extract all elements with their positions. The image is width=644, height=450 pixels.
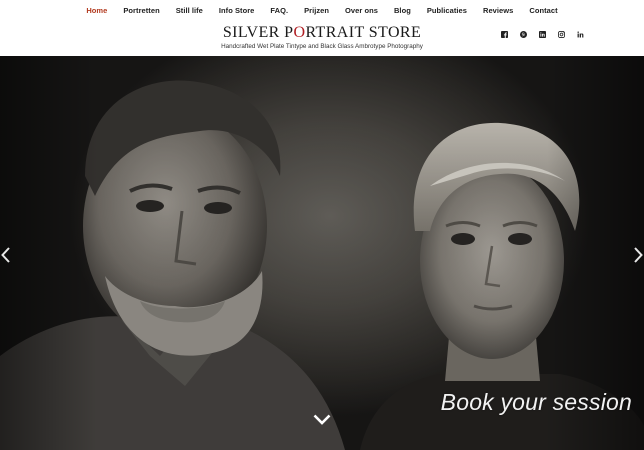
logo-title: SILVER PORTRAIT STORE xyxy=(223,24,421,41)
logo-tagline: Handcrafted Wet Plate Tintype and Black … xyxy=(221,43,423,50)
nav-item-over-ons[interactable]: Over ons xyxy=(337,6,386,15)
logo-title-part1: SILVER P xyxy=(222,24,294,41)
instagram-icon[interactable] xyxy=(552,28,571,40)
site-header: SILVER PORTRAIT STORE Handcrafted Wet Pl… xyxy=(0,20,644,56)
nav-item-info-store[interactable]: Info Store xyxy=(211,6,263,15)
logo-title-accent-letter: O xyxy=(293,24,306,41)
main-navigation: Home Portretten Still life Info Store FA… xyxy=(0,0,644,20)
social-links xyxy=(495,28,590,40)
nav-item-faq[interactable]: FAQ. xyxy=(262,6,296,15)
linkedin-in-icon[interactable] xyxy=(571,28,590,40)
nav-item-still-life[interactable]: Still life xyxy=(168,6,211,15)
chevron-right-icon[interactable] xyxy=(634,247,643,268)
nav-item-publicaties[interactable]: Publicaties xyxy=(419,6,475,15)
nav-item-prijzen[interactable]: Prijzen xyxy=(296,6,337,15)
nav-item-blog[interactable]: Blog xyxy=(386,6,419,15)
pinterest-icon[interactable] xyxy=(514,28,533,40)
nav-item-portretten[interactable]: Portretten xyxy=(115,6,167,15)
chevron-down-icon[interactable] xyxy=(313,412,331,430)
nav-item-reviews[interactable]: Reviews xyxy=(475,6,521,15)
logo-title-part2: RTRAIT STORE xyxy=(305,24,422,41)
book-session-cta[interactable]: Book your session xyxy=(441,389,632,416)
chevron-left-icon[interactable] xyxy=(1,247,10,268)
hero-slideshow[interactable]: Book your session xyxy=(0,56,644,450)
nav-item-contact[interactable]: Contact xyxy=(521,6,565,15)
nav-item-home[interactable]: Home xyxy=(78,6,115,15)
facebook-icon[interactable] xyxy=(495,28,514,40)
linkedin-icon[interactable] xyxy=(533,28,552,40)
